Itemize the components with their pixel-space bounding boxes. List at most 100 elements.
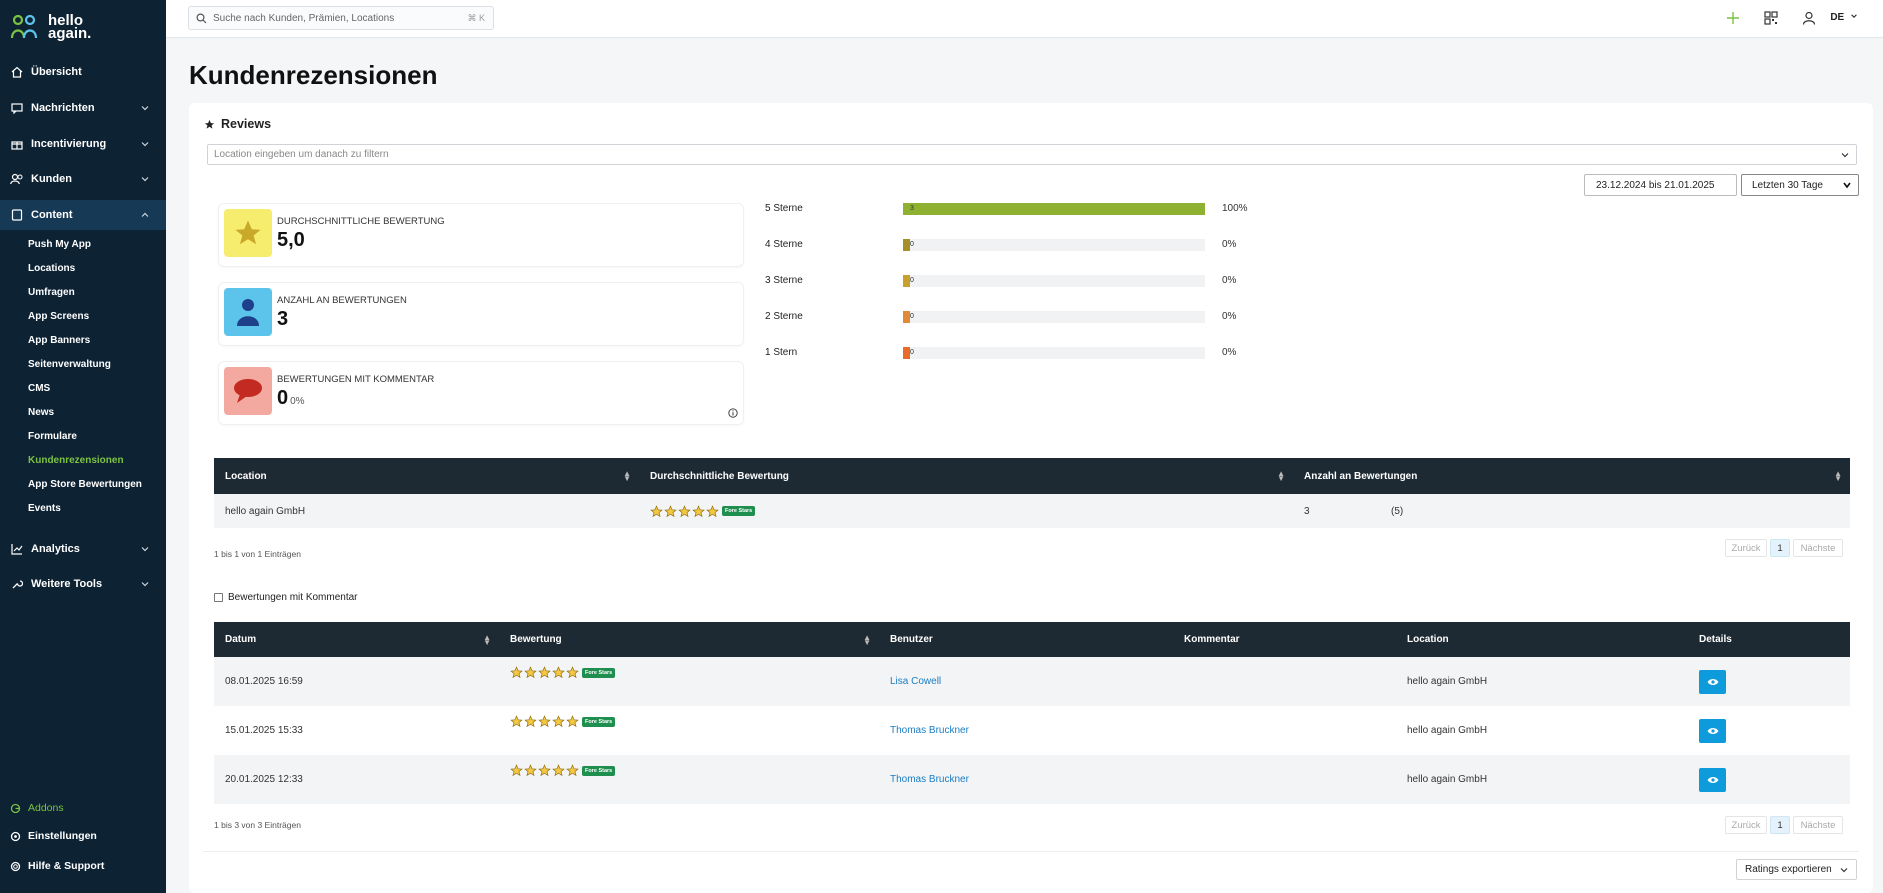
dist-percent: 100% bbox=[1222, 203, 1248, 214]
col-header-user: Benutzer bbox=[879, 622, 1173, 657]
plus-icon[interactable] bbox=[1725, 10, 1741, 26]
location-filter-select[interactable]: Location eingeben um danach zu filtern bbox=[207, 144, 1857, 165]
date-range-input[interactable]: 23.12.2024 bis 21.01.2025 bbox=[1584, 174, 1737, 196]
chevron-down-icon bbox=[141, 177, 149, 182]
home-icon bbox=[10, 65, 24, 79]
star-icon bbox=[510, 715, 523, 728]
sub-item-forms[interactable]: Formulare bbox=[28, 431, 77, 442]
sub-item-app-store-ratings[interactable]: App Store Bewertungen bbox=[28, 479, 142, 490]
nav-tools[interactable]: Weitere Tools bbox=[0, 569, 166, 599]
cell-comment bbox=[1173, 706, 1396, 755]
nav-overview[interactable]: Übersicht bbox=[0, 57, 166, 87]
user-profile-icon[interactable] bbox=[1801, 10, 1817, 26]
reviews-card: Reviews Location eingeben um danach zu f… bbox=[189, 103, 1873, 893]
sort-icon: ▲ ▼ bbox=[623, 469, 631, 483]
message-icon bbox=[10, 101, 24, 115]
nav-incentives[interactable]: Incentivierung bbox=[0, 129, 166, 159]
page-button[interactable]: 1 bbox=[1770, 816, 1790, 834]
sub-item-locations[interactable]: Locations bbox=[28, 263, 75, 274]
sub-item-news[interactable]: News bbox=[28, 407, 54, 418]
next-page-button[interactable]: Nächste bbox=[1793, 539, 1843, 557]
stat-label: BEWERTUNGEN MIT KOMMENTAR bbox=[277, 374, 435, 385]
date-range-value: 23.12.2024 bis 21.01.2025 bbox=[1596, 179, 1715, 191]
nav-help-label: Hilfe & Support bbox=[28, 860, 105, 872]
sub-item-app-screens[interactable]: App Screens bbox=[28, 311, 89, 322]
nav-settings[interactable]: Einstellungen bbox=[10, 830, 97, 842]
nav-content[interactable]: Content bbox=[0, 200, 166, 230]
cell-location: hello again GmbH bbox=[1396, 706, 1688, 755]
table-info: 1 bis 1 von 1 Einträgen bbox=[214, 549, 301, 559]
view-details-button[interactable] bbox=[1699, 767, 1726, 792]
stat-icon-box bbox=[224, 209, 272, 257]
sub-item-events[interactable]: Events bbox=[28, 503, 61, 514]
user-link[interactable]: Lisa Cowell bbox=[890, 676, 941, 687]
col-header-label: Details bbox=[1699, 634, 1732, 645]
reviews-title-text: Reviews bbox=[221, 117, 272, 131]
dist-row-2: 2 Sterne 0 0% bbox=[765, 310, 1265, 324]
app-logo[interactable]: hello again. bbox=[10, 13, 91, 41]
pagination: Zurück 1 Nächste bbox=[1725, 539, 1843, 557]
comment-filter-checkbox[interactable]: Bewertungen mit Kommentar bbox=[214, 592, 358, 603]
nav-messages[interactable]: Nachrichten bbox=[0, 93, 166, 123]
sub-item-cms[interactable]: CMS bbox=[28, 383, 50, 394]
global-search-input[interactable]: Suche nach Kunden, Prämien, Locations ⌘ … bbox=[188, 6, 494, 30]
chevron-up-icon bbox=[141, 212, 149, 217]
sub-item-app-banners[interactable]: App Banners bbox=[28, 335, 90, 346]
rating-badge: Fore Stars bbox=[582, 667, 616, 678]
export-ratings-button[interactable]: Ratings exportieren bbox=[1736, 859, 1857, 880]
dist-bar-fill: 3 bbox=[903, 203, 1205, 215]
view-details-button[interactable] bbox=[1699, 669, 1726, 694]
chevron-down-icon bbox=[141, 106, 149, 111]
star-icon bbox=[566, 715, 579, 728]
dist-label: 4 Sterne bbox=[765, 239, 803, 250]
checkbox[interactable] bbox=[214, 593, 223, 602]
col-header-location[interactable]: Location ▲ ▼ bbox=[214, 458, 639, 494]
sub-item-surveys[interactable]: Umfragen bbox=[28, 287, 75, 298]
star-icon bbox=[552, 764, 565, 777]
star-icon bbox=[692, 504, 705, 517]
star-icon bbox=[566, 764, 579, 777]
rating-badge: Fore Stars bbox=[582, 765, 616, 776]
col-header-avg-rating[interactable]: Durchschnittliche Bewertung ▲ ▼ bbox=[639, 458, 1293, 494]
user-link[interactable]: Thomas Bruckner bbox=[890, 774, 969, 785]
dist-bar-fill: 0 bbox=[903, 239, 914, 251]
help-icon bbox=[10, 861, 21, 871]
dist-percent: 0% bbox=[1222, 275, 1237, 286]
col-header-date[interactable]: Datum ▲ ▼ bbox=[214, 622, 499, 657]
cell-rating: Fore Stars bbox=[499, 706, 879, 755]
star-icon bbox=[538, 764, 551, 777]
nav-help[interactable]: Hilfe & Support bbox=[10, 860, 104, 872]
cell-date: 20.01.2025 12:33 bbox=[214, 755, 499, 804]
dist-row-5: 5 Sterne 3 100% bbox=[765, 202, 1265, 216]
nav-addons[interactable]: Addons bbox=[10, 802, 64, 814]
page-button[interactable]: 1 bbox=[1770, 539, 1790, 557]
col-header-rating[interactable]: Bewertung ▲ ▼ bbox=[499, 622, 879, 657]
prev-page-button[interactable]: Zurück bbox=[1725, 539, 1767, 557]
dist-bar-fill: 0 bbox=[903, 311, 914, 323]
prev-page-button[interactable]: Zurück bbox=[1725, 816, 1767, 834]
star-rating bbox=[510, 715, 579, 728]
nav-customers[interactable]: Kunden bbox=[0, 164, 166, 194]
nav-analytics[interactable]: Analytics bbox=[0, 534, 166, 564]
sub-item-page-management[interactable]: Seitenverwaltung bbox=[28, 359, 111, 370]
user-link[interactable]: Thomas Bruckner bbox=[890, 725, 969, 736]
next-page-button[interactable]: Nächste bbox=[1793, 816, 1843, 834]
language-switcher[interactable]: DE bbox=[1830, 12, 1858, 23]
cell-date: 15.01.2025 15:33 bbox=[214, 706, 499, 755]
sub-item-push-my-app[interactable]: Push My App bbox=[28, 239, 91, 250]
logo-icon bbox=[10, 14, 38, 39]
topbar: Suche nach Kunden, Prämien, Locations ⌘ … bbox=[166, 0, 1883, 38]
view-details-button[interactable] bbox=[1699, 718, 1726, 743]
sub-item-customer-reviews[interactable]: Kundenrezensionen bbox=[28, 455, 124, 466]
col-header-details: Details bbox=[1688, 622, 1850, 657]
logo-text: hello again. bbox=[48, 13, 91, 41]
star-icon bbox=[552, 666, 565, 679]
info-icon[interactable] bbox=[728, 408, 738, 418]
table-row: 15.01.2025 15:33 Fore Stars Thomas Bruck… bbox=[214, 706, 1850, 755]
qr-code-icon[interactable] bbox=[1763, 10, 1779, 26]
star-icon bbox=[235, 220, 261, 245]
table-row: 20.01.2025 12:33 Fore Stars Thomas Bruck… bbox=[214, 755, 1850, 804]
period-select[interactable]: Letzten 30 Tage bbox=[1741, 174, 1859, 196]
search-placeholder: Suche nach Kunden, Prämien, Locations bbox=[213, 12, 395, 24]
col-header-rating-count[interactable]: Anzahl an Bewertungen ▲ ▼ bbox=[1293, 458, 1850, 494]
